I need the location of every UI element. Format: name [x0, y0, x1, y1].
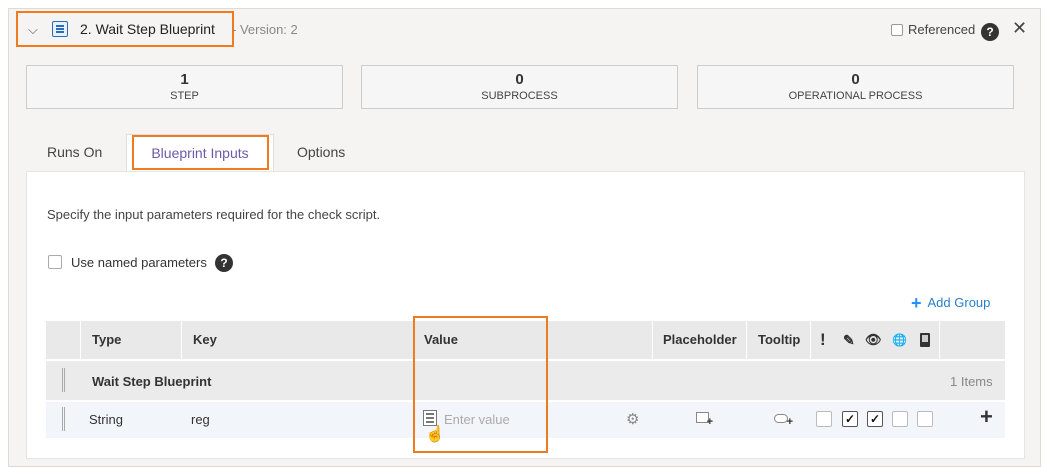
- version-label: - Version: 2: [232, 22, 298, 37]
- stat-label: STEP: [170, 90, 199, 102]
- stat-value: 0: [851, 71, 860, 88]
- column-divider: [810, 321, 811, 359]
- column-header-type[interactable]: Type: [92, 321, 121, 359]
- add-row-button[interactable]: +: [980, 404, 993, 430]
- row-type: String: [89, 412, 123, 427]
- row-key: reg: [191, 412, 210, 427]
- group-name: Wait Step Blueprint: [92, 374, 212, 389]
- referenced-label: Referenced: [908, 22, 976, 37]
- tooltip-add-icon[interactable]: +: [774, 414, 793, 428]
- add-group-button[interactable]: + Add Group: [911, 293, 990, 314]
- blueprint-icon: [52, 21, 68, 37]
- column-header-tooltip[interactable]: Tooltip: [758, 321, 800, 359]
- column-divider: [80, 321, 81, 359]
- device-icon: [920, 333, 930, 347]
- tab-options[interactable]: Options: [297, 134, 345, 170]
- close-icon[interactable]: ✕: [1012, 18, 1027, 39]
- column-divider: [652, 321, 653, 359]
- add-group-label: Add Group: [927, 295, 991, 310]
- placeholder-add-icon[interactable]: +: [696, 412, 713, 428]
- global-checkbox[interactable]: [892, 411, 908, 427]
- eye-icon: 👁: [865, 332, 882, 347]
- gear-icon[interactable]: ⚙: [626, 410, 639, 428]
- stat-label: SUBPROCESS: [481, 90, 558, 102]
- tab-runs-on[interactable]: Runs On: [47, 134, 102, 170]
- device-checkbox[interactable]: [917, 411, 933, 427]
- pencil-icon: ✎: [843, 332, 855, 348]
- panel-description: Specify the input parameters required fo…: [47, 207, 381, 222]
- named-parameters-checkbox[interactable]: [48, 255, 62, 269]
- editable-checkbox[interactable]: ✓: [842, 411, 858, 427]
- blueprint-title: 2. Wait Step Blueprint: [80, 21, 215, 37]
- required-icon: !: [820, 330, 826, 349]
- named-parameters-label: Use named parameters: [71, 255, 207, 270]
- column-divider: [181, 321, 182, 359]
- column-divider: [939, 321, 940, 359]
- visible-checkbox[interactable]: ✓: [867, 411, 883, 427]
- globe-icon: 🌐: [892, 333, 907, 347]
- stat-steps: 1 STEP: [26, 65, 343, 109]
- stat-label: OPERATIONAL PROCESS: [788, 90, 923, 102]
- referenced-help-icon[interactable]: ?: [981, 23, 999, 41]
- collapse-chevron-icon[interactable]: ⌵: [28, 22, 38, 38]
- stat-subprocess: 0 SUBPROCESS: [361, 65, 678, 109]
- value-column-highlight: [413, 316, 548, 453]
- stat-operational-process: 0 OPERATIONAL PROCESS: [697, 65, 1014, 109]
- group-count: 1 Items: [950, 374, 993, 389]
- drag-handle[interactable]: [62, 407, 65, 431]
- referenced-checkbox[interactable]: [891, 24, 903, 36]
- named-parameters-help-icon[interactable]: ?: [215, 254, 233, 272]
- plus-icon: +: [911, 293, 922, 313]
- stat-value: 1: [180, 71, 189, 88]
- required-checkbox[interactable]: [816, 411, 832, 427]
- tab-highlight: [132, 135, 269, 170]
- column-header-placeholder[interactable]: Placeholder: [663, 321, 737, 359]
- column-divider: [746, 321, 747, 359]
- stat-value: 0: [515, 71, 524, 88]
- column-header-key[interactable]: Key: [193, 321, 217, 359]
- drag-handle[interactable]: [62, 368, 65, 392]
